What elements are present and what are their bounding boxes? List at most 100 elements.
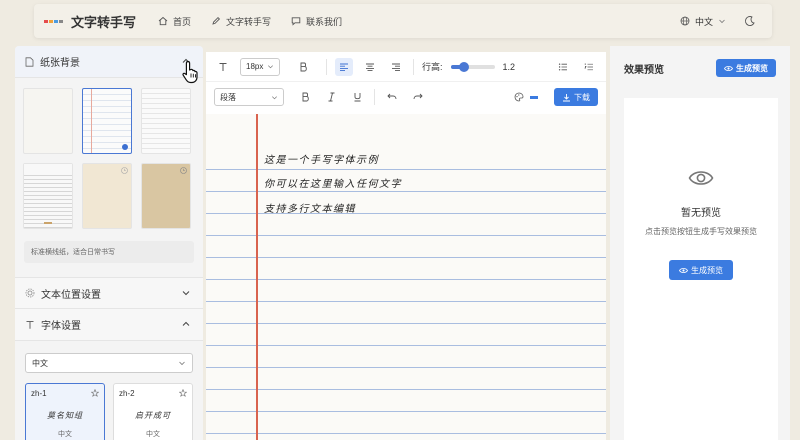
line-height-value: 1.2 [502,61,516,72]
chevron-down-icon [268,65,273,69]
star-icon[interactable] [91,389,99,397]
top-nav: 文字转手写 首页 文字转手写 联系我们 中文 [34,4,772,38]
download-button[interactable]: 下载 [554,88,598,106]
globe-icon [680,16,690,26]
chevron-down-icon [181,288,191,298]
preview-area: 暂无预览 点击预览按钮生成手写效果预览 生成预览 [624,98,778,440]
brand-title: 文字转手写 [71,14,137,30]
chevron-down-icon [272,95,277,99]
nav-contact[interactable]: 联系我们 [291,15,342,28]
paper-thumb-notebook[interactable] [23,163,73,229]
paper-thumb-blank[interactable] [23,88,73,154]
eye-icon [724,65,733,71]
paragraph-value: 段落 [220,92,236,102]
message-icon [291,16,301,26]
file-icon [25,56,34,67]
download-icon [563,93,570,101]
font-card-sample: 启开成可 [135,411,171,420]
selected-dot-icon [122,144,128,150]
preview-title: 效果预览 [624,64,664,76]
paragraph-select[interactable]: 段落 [214,88,284,106]
divider [374,89,375,105]
underline-icon[interactable] [348,88,366,106]
paper-thumb-grid[interactable] [141,88,191,154]
margin-line [256,114,258,440]
nav-convert-label: 文字转手写 [226,16,272,27]
palette-icon[interactable] [510,88,528,106]
generate-preview-center-label: 生成预览 [691,265,723,275]
paper-thumbnails [15,78,203,229]
eye-icon [688,168,714,191]
pen-icon [211,16,221,26]
download-label: 下载 [574,92,590,102]
redo-icon[interactable] [409,88,427,106]
nav-contact-label: 联系我们 [306,16,343,27]
paper-thumb-lined[interactable] [82,88,132,154]
color-swatch[interactable] [530,95,538,99]
handwritten-line: 这是一个手写字体示例 [264,155,379,166]
handwritten-line: 支持多行文本编辑 [264,204,356,215]
empty-description: 点击预览按钮生成手写效果预览 [645,227,757,236]
font-size-value: 18px [246,62,264,71]
generate-preview-center-button[interactable]: 生成预览 [669,260,733,280]
line-height-knob[interactable] [458,61,469,72]
generate-preview-label: 生成预览 [736,63,768,73]
handwritten-line: 你可以在这里输入任何文字 [264,179,402,190]
preview-panel: 效果预览 生成预览 暂无预览 点击预览按钮生成手写效果预览 生成预览 [610,46,790,440]
generate-preview-button[interactable]: 生成预览 [716,59,776,77]
font-card[interactable]: zh-1 莫名知组 中文 [25,383,105,440]
font-section-header[interactable]: 字体设置 [15,309,203,341]
font-card-id: zh-2 [119,389,135,398]
nav-convert[interactable]: 文字转手写 [211,15,271,28]
language-select[interactable]: 中文 [680,15,726,28]
paper-thumb-vintage[interactable] [82,163,132,229]
language-label: 中文 [694,16,713,27]
align-left-icon[interactable] [335,57,353,76]
font-card-lang: 中文 [58,431,72,438]
divider [413,58,414,75]
line-height-slider[interactable] [450,61,495,72]
clock-icon [180,167,187,174]
handwriting-paper[interactable]: 这是一个手写字体示例 你可以在这里输入任何文字 支持多行文本编辑 [206,114,606,440]
bold-icon[interactable] [296,88,314,106]
chevron-up-icon [181,319,191,329]
paper-section-header[interactable]: 纸张背景 [15,46,203,84]
position-section-header[interactable]: 文本位置设置 [15,277,203,309]
paper-section-title: 纸张背景 [40,58,80,69]
line-height-label: 行高: [422,62,443,72]
editor-panel: 18px 行高: 1.2 段落 下载 这是一个手写字体示例 你可以在这里输入任何… [206,52,606,440]
font-card-lang: 中文 [146,431,160,438]
chevron-down-icon [718,17,726,25]
font-cards: zh-1 莫名知组 中文 zh-2 启开成可 中文 [25,383,193,440]
font-size-select[interactable]: 18px [240,57,280,76]
chevron-down-icon [178,359,186,367]
toolbar-row-1: 18px 行高: 1.2 [206,52,606,82]
bold-toggle-icon[interactable] [294,58,312,76]
font-icon [25,320,35,330]
toolbar-row-2: 段落 下载 [206,82,606,112]
font-card[interactable]: zh-2 启开成可 中文 [113,383,193,440]
undo-icon[interactable] [383,88,401,106]
bullet-list-icon[interactable] [554,58,572,76]
font-language-value: 中文 [32,358,48,368]
align-center-icon[interactable] [361,58,379,76]
font-card-sample: 莫名知组 [47,411,83,420]
empty-title: 暂无预览 [681,208,721,219]
hand-cursor-icon [181,60,203,87]
nav-home[interactable]: 首页 [158,15,191,28]
settings-panel: 纸张背景 标准横线纸，适合日常书写 文本位置设置 字体设置 中文 zh-1 莫名… [15,46,203,440]
star-icon[interactable] [179,389,187,397]
italic-icon[interactable] [322,88,340,106]
dark-mode-icon[interactable] [744,15,756,27]
font-language-select[interactable]: 中文 [25,353,193,373]
align-right-icon[interactable] [387,58,405,76]
position-section-title: 文本位置设置 [41,289,101,301]
numbered-list-icon[interactable] [580,58,598,76]
font-card-id: zh-1 [31,389,47,398]
clock-icon [121,167,128,174]
divider [326,58,327,75]
nav-home-label: 首页 [173,16,192,27]
text-size-icon [214,58,232,76]
font-section-title: 字体设置 [41,321,81,332]
paper-thumb-kraft[interactable] [141,163,191,229]
